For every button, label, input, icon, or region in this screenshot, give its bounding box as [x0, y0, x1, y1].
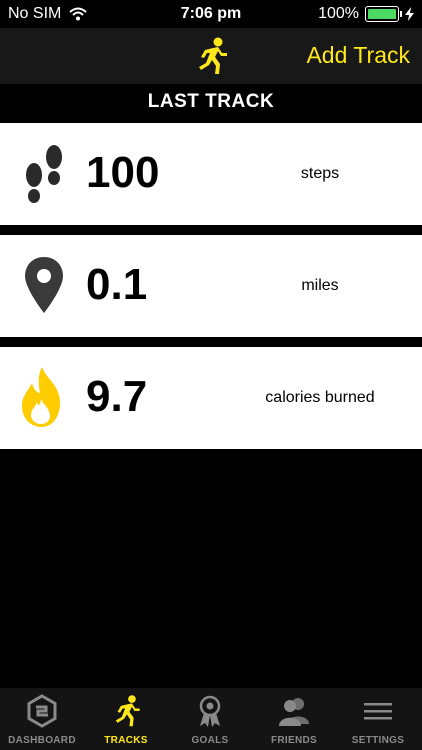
tab-settings[interactable]: SETTINGS [336, 688, 420, 750]
map-pin-icon [25, 257, 63, 313]
tab-tracks-label: TRACKS [104, 735, 148, 746]
flame-icon [22, 367, 60, 427]
calories-value: 9.7 [86, 372, 148, 421]
tab-dashboard[interactable]: DASHBOARD [0, 688, 84, 750]
tab-bar: DASHBOARD TRACKS GOALS FRIENDS SETTINGS [0, 688, 422, 750]
charging-bolt-icon [405, 7, 414, 21]
calories-unit: calories burned [265, 389, 375, 406]
steps-unit: steps [300, 165, 340, 182]
status-bar: No SIM 7:06 pm 100% [0, 0, 422, 28]
tab-goals[interactable]: GOALS [168, 688, 252, 750]
distance-unit: miles [301, 277, 339, 294]
battery-icon [365, 6, 402, 22]
battery-percent: 100% [318, 5, 359, 22]
section-title: LAST TRACK [147, 91, 275, 112]
footprints-icon [26, 145, 62, 203]
friends-icon [279, 698, 309, 726]
ribbon-icon [199, 695, 221, 727]
tab-friends[interactable]: FRIENDS [252, 688, 336, 750]
steps-card: 100 steps [0, 123, 422, 225]
calories-card: 9.7 calories burned [0, 347, 422, 449]
tab-settings-label: SETTINGS [351, 735, 405, 746]
distance-value: 0.1 [86, 260, 148, 309]
runner-icon [115, 695, 140, 727]
dashboard-icon [27, 694, 57, 728]
runner-icon [199, 37, 227, 74]
add-track-button[interactable]: Add Track [306, 42, 410, 69]
battery-fill [368, 9, 396, 19]
tab-dashboard-label: DASHBOARD [8, 735, 76, 746]
distance-card: 0.1 miles [0, 235, 422, 337]
tab-goals-label: GOALS [191, 735, 229, 746]
steps-value: 100 [86, 148, 160, 197]
battery-tip [400, 11, 402, 17]
tab-friends-label: FRIENDS [271, 735, 317, 746]
status-right: 100% [318, 5, 414, 23]
tab-tracks[interactable]: TRACKS [84, 688, 168, 750]
nav-bar: Add Track [0, 28, 422, 84]
menu-icon [364, 703, 392, 720]
